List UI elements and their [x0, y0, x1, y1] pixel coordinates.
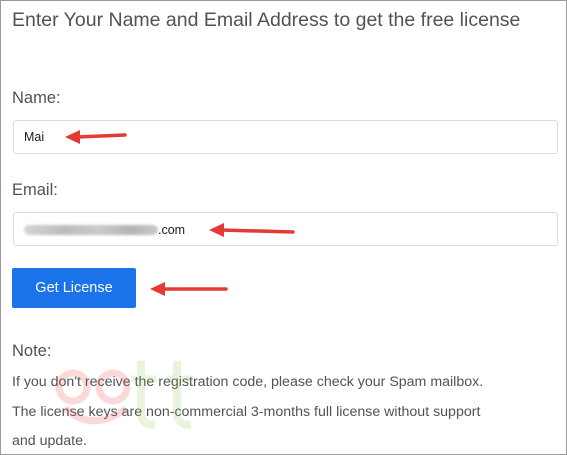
annotation-arrow-icon — [150, 282, 228, 296]
license-form-panel: Enter Your Name and Email Address to get… — [0, 0, 567, 455]
email-label: Email: — [12, 181, 58, 199]
blurred-email-redaction — [24, 225, 158, 235]
note-line: and update. — [12, 433, 87, 449]
annotation-arrow-icon — [65, 130, 127, 144]
name-field-value: Mai — [24, 130, 45, 144]
email-field-value: .com — [24, 222, 185, 238]
note-line: The license keys are non-commercial 3-mo… — [12, 404, 481, 420]
name-label: Name: — [12, 89, 61, 107]
note-line: If you don't receive the registration co… — [12, 374, 484, 390]
email-suffix: .com — [158, 223, 186, 237]
note-title: Note: — [12, 342, 52, 360]
annotation-arrow-icon — [209, 223, 295, 237]
form-heading: Enter Your Name and Email Address to get… — [12, 9, 521, 31]
get-license-button[interactable]: Get License — [12, 268, 136, 308]
